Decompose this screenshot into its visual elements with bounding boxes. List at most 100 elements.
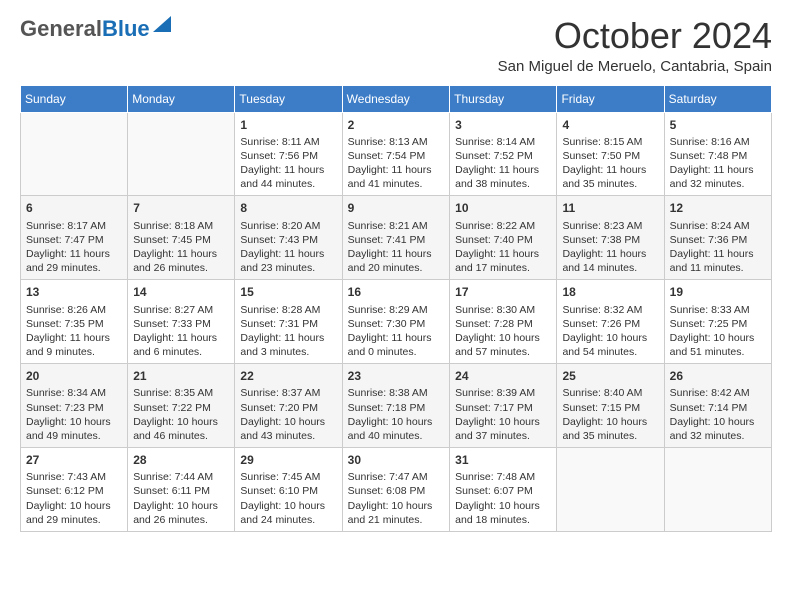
day-info: Sunrise: 7:48 AM Sunset: 6:07 PM Dayligh… [455, 470, 551, 527]
logo-arrow-icon [153, 16, 171, 37]
calendar-week-row: 1Sunrise: 8:11 AM Sunset: 7:56 PM Daylig… [21, 112, 772, 196]
calendar-cell: 18 Sunrise: 8:32 AM Sunset: 7:26 PM Dayli… [557, 280, 664, 364]
day-info: Sunrise: 7:43 AM Sunset: 6:12 PM Dayligh… [26, 470, 122, 527]
calendar-cell [557, 448, 664, 532]
calendar-cell: 27Sunrise: 7:43 AM Sunset: 6:12 PM Dayli… [21, 448, 128, 532]
calendar-cell: 14 Sunrise: 8:27 AM Sunset: 7:33 PM Dayli… [128, 280, 235, 364]
day-number: 22 [240, 368, 336, 384]
weekday-header-thursday: Thursday [450, 85, 557, 112]
day-info: Sunrise: 8:35 AM Sunset: 7:22 PM Dayligh… [133, 386, 229, 443]
calendar-cell: 4 Sunrise: 8:15 AM Sunset: 7:50 PM Daylig… [557, 112, 664, 196]
day-info: Sunrise: 8:14 AM Sunset: 7:52 PM Dayligh… [455, 135, 551, 192]
day-info: Sunrise: 8:34 AM Sunset: 7:23 PM Dayligh… [26, 386, 122, 443]
logo: General Blue [20, 16, 171, 42]
day-number: 18 [562, 284, 658, 300]
day-info: Sunrise: 8:16 AM Sunset: 7:48 PM Dayligh… [670, 135, 766, 192]
calendar-cell: 20 Sunrise: 8:34 AM Sunset: 7:23 PM Dayli… [21, 364, 128, 448]
day-number: 14 [133, 284, 229, 300]
calendar-cell: 16 Sunrise: 8:29 AM Sunset: 7:30 PM Dayli… [342, 280, 449, 364]
day-number: 7 [133, 200, 229, 216]
weekday-header-friday: Friday [557, 85, 664, 112]
day-number: 10 [455, 200, 551, 216]
day-number: 4 [562, 117, 658, 133]
day-info: Sunrise: 8:15 AM Sunset: 7:50 PM Dayligh… [562, 135, 658, 192]
day-number: 29 [240, 452, 336, 468]
day-info: Sunrise: 8:23 AM Sunset: 7:38 PM Dayligh… [562, 219, 658, 276]
day-info: Sunrise: 8:28 AM Sunset: 7:31 PM Dayligh… [240, 303, 336, 360]
calendar-cell: 31 Sunrise: 7:48 AM Sunset: 6:07 PM Dayli… [450, 448, 557, 532]
day-info: Sunrise: 8:39 AM Sunset: 7:17 PM Dayligh… [455, 386, 551, 443]
day-number: 31 [455, 452, 551, 468]
weekday-header-saturday: Saturday [664, 85, 771, 112]
day-number: 6 [26, 200, 122, 216]
day-info: Sunrise: 8:24 AM Sunset: 7:36 PM Dayligh… [670, 219, 766, 276]
day-number: 9 [348, 200, 444, 216]
day-number: 16 [348, 284, 444, 300]
day-info: Sunrise: 7:45 AM Sunset: 6:10 PM Dayligh… [240, 470, 336, 527]
logo-blue-text: Blue [102, 16, 150, 42]
calendar-cell: 2 Sunrise: 8:13 AM Sunset: 7:54 PM Daylig… [342, 112, 449, 196]
day-number: 2 [348, 117, 444, 133]
day-number: 30 [348, 452, 444, 468]
day-info: Sunrise: 8:30 AM Sunset: 7:28 PM Dayligh… [455, 303, 551, 360]
day-info: Sunrise: 7:47 AM Sunset: 6:08 PM Dayligh… [348, 470, 444, 527]
month-title: October 2024 [498, 16, 772, 56]
calendar-cell: 30 Sunrise: 7:47 AM Sunset: 6:08 PM Dayli… [342, 448, 449, 532]
calendar-cell: 17 Sunrise: 8:30 AM Sunset: 7:28 PM Dayli… [450, 280, 557, 364]
header: General Blue October 2024 San Miguel de … [20, 16, 772, 75]
calendar-cell: 15Sunrise: 8:28 AM Sunset: 7:31 PM Dayli… [235, 280, 342, 364]
day-number: 20 [26, 368, 122, 384]
weekday-header-row: SundayMondayTuesdayWednesdayThursdayFrid… [21, 85, 772, 112]
day-info: Sunrise: 8:38 AM Sunset: 7:18 PM Dayligh… [348, 386, 444, 443]
day-info: Sunrise: 8:27 AM Sunset: 7:33 PM Dayligh… [133, 303, 229, 360]
calendar-cell [664, 448, 771, 532]
day-number: 25 [562, 368, 658, 384]
day-number: 26 [670, 368, 766, 384]
calendar-cell: 8Sunrise: 8:20 AM Sunset: 7:43 PM Daylig… [235, 196, 342, 280]
calendar-cell: 5Sunrise: 8:16 AM Sunset: 7:48 PM Daylig… [664, 112, 771, 196]
location-title: San Miguel de Meruelo, Cantabria, Spain [498, 58, 772, 75]
calendar-cell: 19 Sunrise: 8:33 AM Sunset: 7:25 PM Dayli… [664, 280, 771, 364]
calendar-cell: 26 Sunrise: 8:42 AM Sunset: 7:14 PM Dayli… [664, 364, 771, 448]
title-area: October 2024 San Miguel de Meruelo, Cant… [498, 16, 772, 75]
day-info: Sunrise: 8:42 AM Sunset: 7:14 PM Dayligh… [670, 386, 766, 443]
day-info: Sunrise: 8:17 AM Sunset: 7:47 PM Dayligh… [26, 219, 122, 276]
weekday-header-tuesday: Tuesday [235, 85, 342, 112]
day-info: Sunrise: 8:22 AM Sunset: 7:40 PM Dayligh… [455, 219, 551, 276]
calendar-cell: 1Sunrise: 8:11 AM Sunset: 7:56 PM Daylig… [235, 112, 342, 196]
calendar-cell: 28 Sunrise: 7:44 AM Sunset: 6:11 PM Dayli… [128, 448, 235, 532]
day-info: Sunrise: 8:20 AM Sunset: 7:43 PM Dayligh… [240, 219, 336, 276]
calendar-cell: 22Sunrise: 8:37 AM Sunset: 7:20 PM Dayli… [235, 364, 342, 448]
calendar-cell [128, 112, 235, 196]
calendar-cell: 7Sunrise: 8:18 AM Sunset: 7:45 PM Daylig… [128, 196, 235, 280]
day-number: 21 [133, 368, 229, 384]
day-info: Sunrise: 8:11 AM Sunset: 7:56 PM Dayligh… [240, 135, 336, 192]
day-info: Sunrise: 8:13 AM Sunset: 7:54 PM Dayligh… [348, 135, 444, 192]
day-number: 24 [455, 368, 551, 384]
day-info: Sunrise: 8:21 AM Sunset: 7:41 PM Dayligh… [348, 219, 444, 276]
day-number: 19 [670, 284, 766, 300]
calendar-cell: 23 Sunrise: 8:38 AM Sunset: 7:18 PM Dayli… [342, 364, 449, 448]
day-number: 23 [348, 368, 444, 384]
day-info: Sunrise: 8:33 AM Sunset: 7:25 PM Dayligh… [670, 303, 766, 360]
day-number: 12 [670, 200, 766, 216]
day-info: Sunrise: 7:44 AM Sunset: 6:11 PM Dayligh… [133, 470, 229, 527]
day-number: 28 [133, 452, 229, 468]
calendar-week-row: 27Sunrise: 7:43 AM Sunset: 6:12 PM Dayli… [21, 448, 772, 532]
day-number: 17 [455, 284, 551, 300]
weekday-header-sunday: Sunday [21, 85, 128, 112]
calendar-cell: 21 Sunrise: 8:35 AM Sunset: 7:22 PM Dayli… [128, 364, 235, 448]
calendar-cell: 24 Sunrise: 8:39 AM Sunset: 7:17 PM Dayli… [450, 364, 557, 448]
calendar-cell: 11Sunrise: 8:23 AM Sunset: 7:38 PM Dayli… [557, 196, 664, 280]
calendar-cell: 9 Sunrise: 8:21 AM Sunset: 7:41 PM Daylig… [342, 196, 449, 280]
calendar-week-row: 20 Sunrise: 8:34 AM Sunset: 7:23 PM Dayli… [21, 364, 772, 448]
logo-general-text: General [20, 16, 102, 42]
calendar-cell: 25Sunrise: 8:40 AM Sunset: 7:15 PM Dayli… [557, 364, 664, 448]
day-info: Sunrise: 8:32 AM Sunset: 7:26 PM Dayligh… [562, 303, 658, 360]
calendar-cell: 13Sunrise: 8:26 AM Sunset: 7:35 PM Dayli… [21, 280, 128, 364]
calendar-week-row: 6 Sunrise: 8:17 AM Sunset: 7:47 PM Daylig… [21, 196, 772, 280]
calendar-cell: 3 Sunrise: 8:14 AM Sunset: 7:52 PM Daylig… [450, 112, 557, 196]
day-number: 3 [455, 117, 551, 133]
weekday-header-monday: Monday [128, 85, 235, 112]
day-info: Sunrise: 8:29 AM Sunset: 7:30 PM Dayligh… [348, 303, 444, 360]
